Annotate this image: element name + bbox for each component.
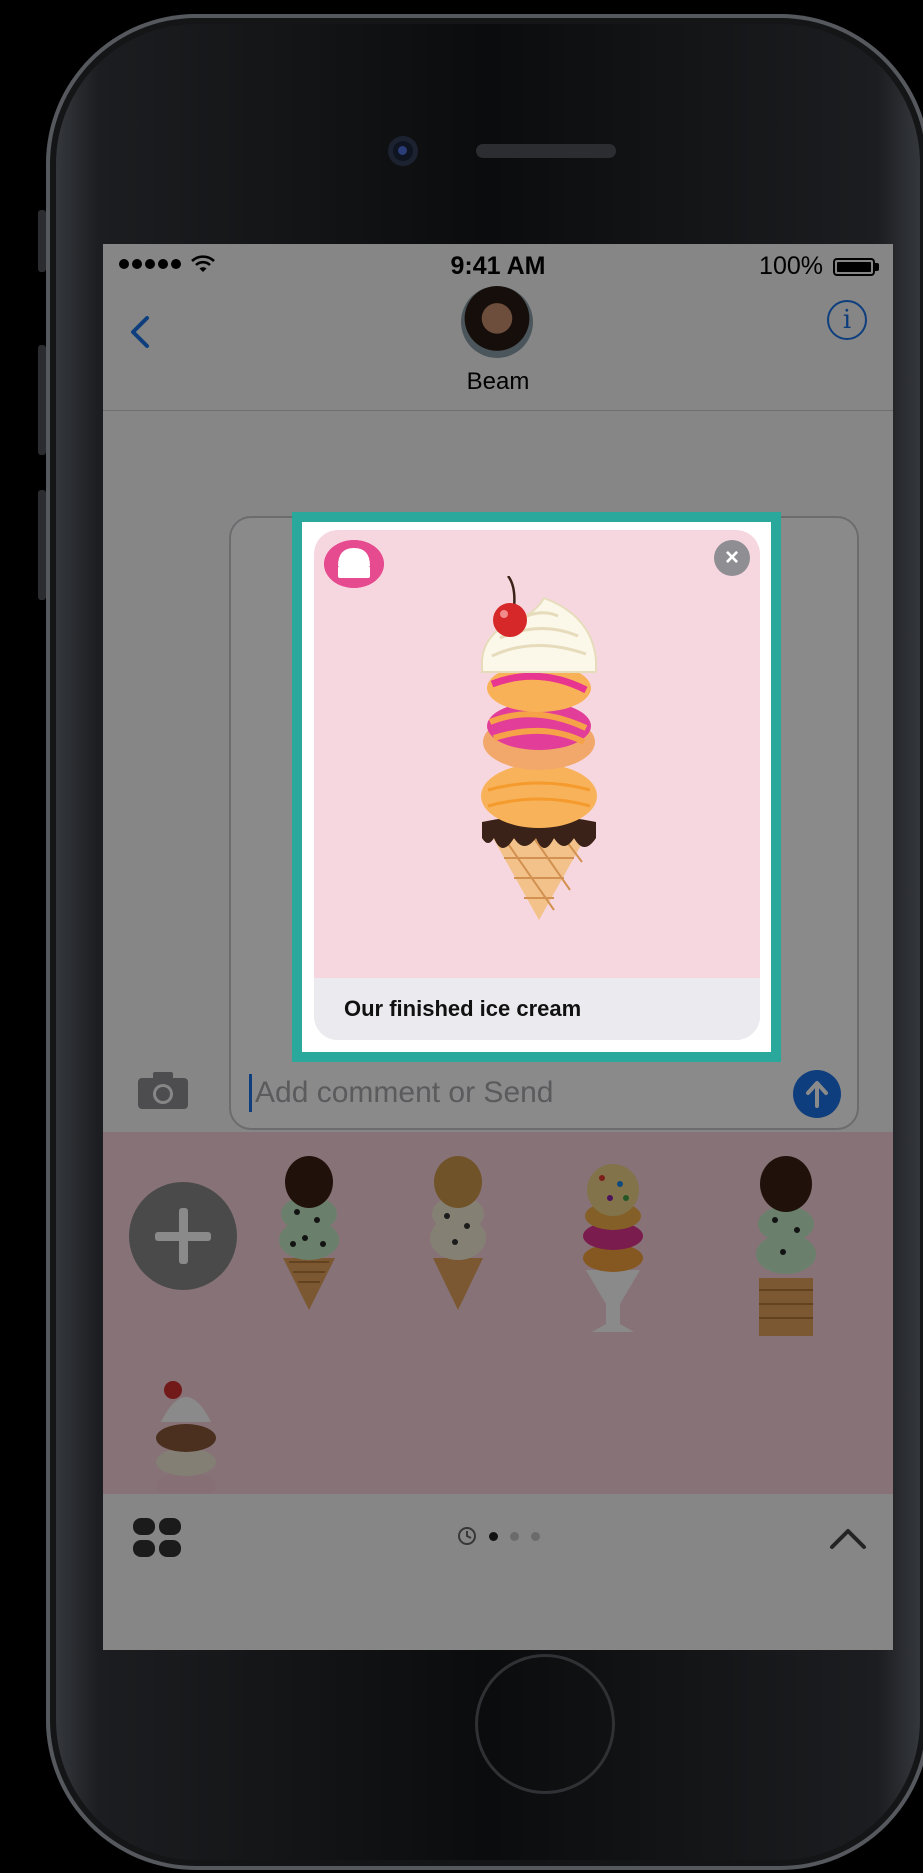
mute-switch [38, 210, 46, 272]
ice-cream-message-bubble[interactable]: × Our finished ice cream [314, 530, 760, 1040]
close-icon[interactable]: × [714, 540, 750, 576]
earpiece-speaker [476, 144, 616, 158]
volume-up-button [38, 345, 46, 455]
ice-cream-app-icon [324, 540, 384, 588]
highlighted-message: × Our finished ice cream [292, 512, 781, 1062]
volume-down-button [38, 490, 46, 600]
ice-cream-cone-image [481, 576, 597, 920]
front-camera [388, 136, 418, 166]
caption-text: Our finished ice cream [344, 996, 582, 1021]
home-button[interactable] [475, 1654, 615, 1794]
message-caption: Our finished ice cream [314, 978, 760, 1040]
